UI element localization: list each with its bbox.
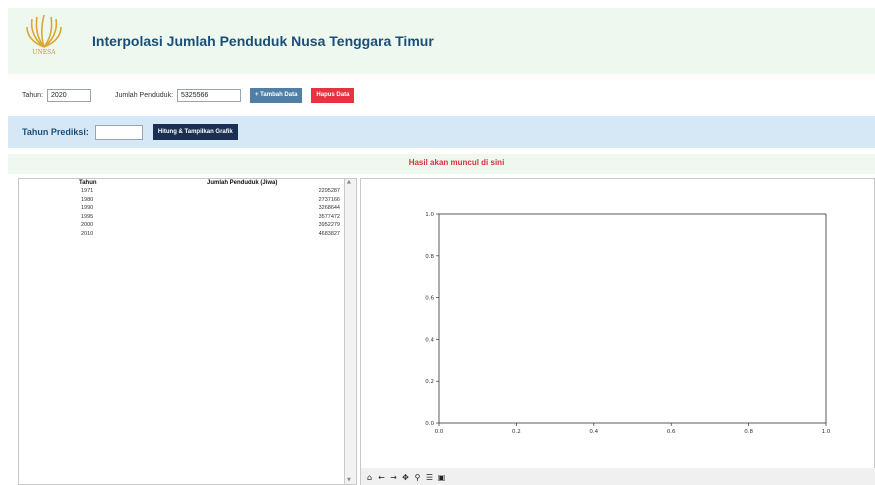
- table-body: 1971 2295287 1980 2737166 1990 3268644 1995 357…: [19, 188, 344, 240]
- y-tick-label: 0.8: [425, 254, 434, 260]
- table-scrollbar[interactable]: ▲ ▼: [344, 178, 357, 485]
- result-message: Hasil akan muncul di sini: [408, 158, 505, 167]
- jumlah-penduduk-label: Jumlah Penduduk:: [115, 91, 174, 99]
- forward-arrow-icon[interactable]: →: [389, 473, 398, 482]
- result-strip: Hasil akan muncul di sini: [8, 154, 875, 174]
- chart-panel: 0.0 0.2 0.4 0.6 0.8 1.0 0.0 0.2 0.4 0.6 0.8 1.0 ⌂ ← →…: [360, 178, 875, 485]
- x-tick-label: 1.0: [822, 429, 831, 435]
- scroll-up-icon[interactable]: ▲: [347, 179, 351, 185]
- plot-canvas[interactable]: 0.0 0.2 0.4 0.6 0.8 1.0 0.0 0.2 0.4 0.6 0.8 1.0: [361, 179, 874, 467]
- y-tick-label: 0.6: [425, 296, 434, 302]
- x-tick-label: 0.6: [667, 429, 676, 435]
- cell-tahun: 1971: [81, 188, 94, 194]
- table-row[interactable]: 1990 3268644: [19, 205, 344, 214]
- pan-icon[interactable]: ✥: [401, 473, 410, 482]
- table-row[interactable]: 1980 2737166: [19, 197, 344, 206]
- data-input-row: Tahun: Jumlah Penduduk: + Tambah Data Ha…: [8, 82, 875, 108]
- page-title: Interpolasi Jumlah Penduduk Nusa Tenggar…: [92, 33, 434, 49]
- table-row[interactable]: 2000 3952279: [19, 222, 344, 231]
- table-row[interactable]: 1995 3577472: [19, 214, 344, 223]
- home-icon[interactable]: ⌂: [365, 473, 374, 482]
- hapus-data-button[interactable]: Hapus Data: [311, 87, 355, 103]
- table-row[interactable]: 1971 2295287: [19, 188, 344, 197]
- cell-tahun: 2010: [81, 230, 94, 237]
- zoom-icon[interactable]: ⚲: [413, 473, 422, 482]
- cell-tahun: 1990: [81, 205, 94, 212]
- y-tick-label: 0.4: [425, 337, 434, 343]
- logo-text: UNESA: [32, 49, 56, 56]
- hitung-tampilkan-grafik-button[interactable]: Hitung & Tampilkan Grafik: [152, 124, 238, 140]
- plot-axes-frame: [438, 213, 827, 424]
- tambah-data-button[interactable]: + Tambah Data: [250, 87, 303, 103]
- cell-jumlah-penduduk: 2295287: [318, 188, 340, 194]
- tahun-label: Tahun:: [22, 91, 44, 99]
- tahun-prediksi-label: Tahun Prediksi:: [22, 127, 89, 137]
- table-header: Tahun Jumlah Penduduk (Jiwa): [19, 179, 344, 188]
- save-icon[interactable]: ▣: [437, 473, 446, 482]
- x-tick-label: 0.4: [589, 429, 598, 435]
- y-tick-label: 1.0: [425, 212, 434, 218]
- data-table: Tahun Jumlah Penduduk (Jiwa) 1971 2295287…: [18, 178, 344, 485]
- app-window: UNESA Interpolasi Jumlah Penduduk Nusa T…: [0, 0, 875, 485]
- unesa-logo: UNESA: [16, 13, 72, 69]
- cell-tahun: 1995: [81, 213, 94, 220]
- cell-jumlah-penduduk: 2737166: [318, 196, 340, 203]
- jumlah-penduduk-input[interactable]: [177, 88, 242, 102]
- back-arrow-icon[interactable]: ←: [377, 473, 386, 482]
- cell-jumlah-penduduk: 3952279: [318, 222, 340, 229]
- column-header-tahun[interactable]: Tahun: [79, 180, 97, 186]
- tahun-input[interactable]: [47, 88, 92, 102]
- header-bar: UNESA Interpolasi Jumlah Penduduk Nusa T…: [8, 8, 875, 74]
- y-tick-label: 0.0: [425, 421, 434, 427]
- prediction-bar: Tahun Prediksi: Hitung & Tampilkan Grafi…: [8, 116, 875, 148]
- column-header-jumlah-penduduk[interactable]: Jumlah Penduduk (Jiwa): [207, 180, 277, 186]
- cell-jumlah-penduduk: 3268644: [318, 205, 340, 212]
- x-tick-label: 0.0: [435, 429, 444, 435]
- cell-jumlah-penduduk: 3577472: [318, 213, 340, 220]
- cell-tahun: 1980: [81, 196, 94, 203]
- x-tick-label: 0.8: [744, 429, 753, 435]
- scroll-down-icon[interactable]: ▼: [347, 477, 351, 483]
- tahun-prediksi-input[interactable]: [94, 124, 143, 140]
- cell-jumlah-penduduk: 4683827: [318, 230, 340, 237]
- table-row[interactable]: 2010 4683827: [19, 231, 344, 240]
- configure-icon[interactable]: ☰: [425, 473, 434, 482]
- x-tick-label: 0.2: [512, 429, 521, 435]
- y-tick-label: 0.2: [425, 379, 434, 385]
- unesa-logo-icon: [26, 14, 62, 48]
- cell-tahun: 2000: [81, 222, 94, 229]
- plot-toolbar: ⌂ ← → ✥ ⚲ ☰ ▣: [361, 468, 875, 485]
